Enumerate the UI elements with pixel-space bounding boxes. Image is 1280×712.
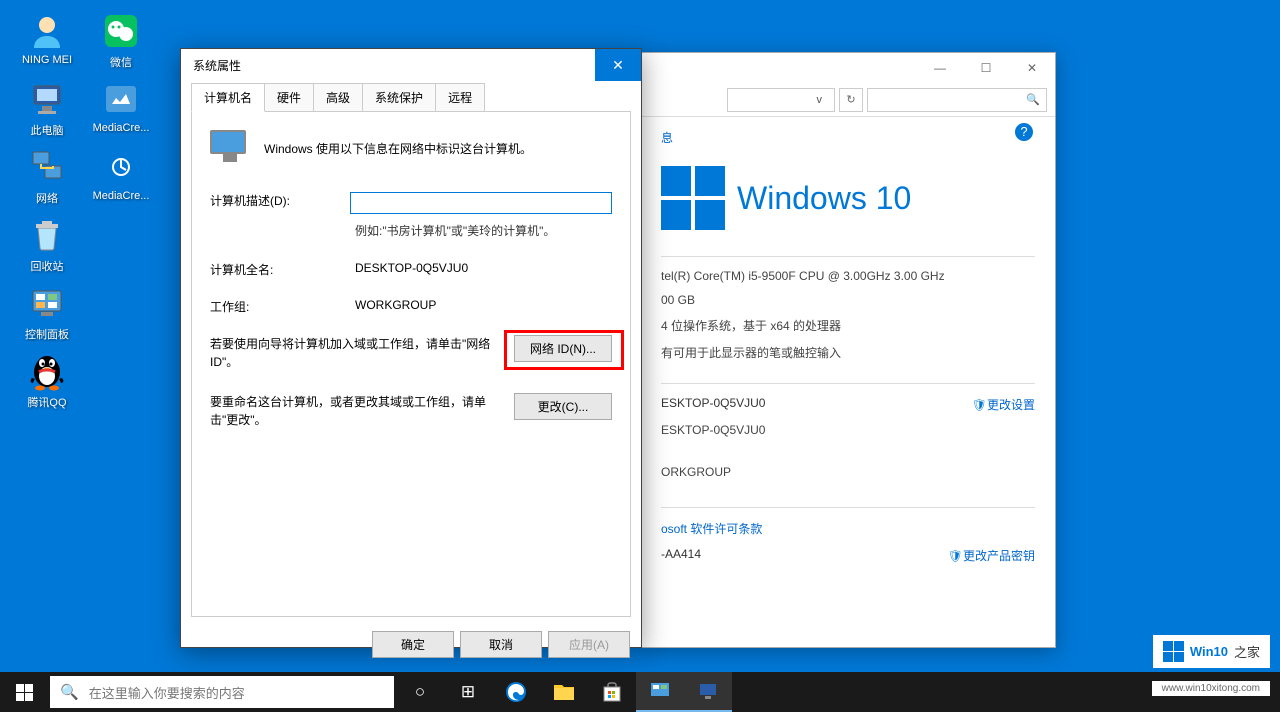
desktop-icons: NING MEI 微信 此电脑 MediaCre... 网络 MediaCre.… [12, 10, 156, 410]
edge-icon[interactable] [492, 672, 540, 712]
systype-value: 4 位操作系统，基于 x64 的处理器 [661, 317, 841, 334]
desktop-icon-media1[interactable]: MediaCre... [86, 78, 156, 138]
desktop-icon-user[interactable]: NING MEI [12, 10, 82, 70]
compname-value: ESKTOP-0Q5VJU0 [661, 396, 765, 413]
tab-advanced[interactable]: 高级 [313, 83, 363, 111]
tab-remote[interactable]: 远程 [435, 83, 485, 111]
ok-button[interactable]: 确定 [372, 631, 454, 658]
dialog-title: 系统属性 [193, 57, 241, 74]
watermark-url: www.win10xitong.com [1152, 681, 1270, 696]
windows-logo: Windows 10 [661, 166, 1035, 230]
search-placeholder: 在这里输入你要搜索的内容 [89, 683, 245, 702]
workgroup-text: WORKGROUP [355, 298, 436, 312]
change-settings-link[interactable]: 🛡更改设置 [972, 396, 1035, 413]
rename-text: 要重命名这台计算机，或者更改其域或工作组，请单击"更改"。 [210, 393, 500, 429]
refresh-button[interactable]: ↻ [839, 88, 863, 112]
taskview-icon[interactable]: ⊞ [444, 672, 492, 712]
search-icon: 🔍 [60, 683, 79, 701]
change-key-link[interactable]: 🛡更改产品密钥 [948, 547, 1035, 564]
desktop-icon-media2[interactable]: MediaCre... [86, 146, 156, 206]
fullname-text: DESKTOP-0Q5VJU0 [355, 261, 468, 275]
wizard-text: 若要使用向导将计算机加入域或工作组，请单击"网络 ID"。 [210, 335, 500, 371]
license-link[interactable]: osoft 软件许可条款 [661, 520, 762, 537]
system-properties-dialog: 系统属性 ✕ 计算机名 硬件 高级 系统保护 远程 Windows 使用以下信息… [180, 48, 642, 648]
workgroup-value: ORKGROUP [661, 465, 731, 479]
desktop-icon-network[interactable]: 网络 [12, 146, 82, 206]
taskbar-search[interactable]: 🔍 在这里输入你要搜索的内容 [50, 676, 394, 708]
product-id: -AA414 [661, 547, 701, 564]
tab-computername[interactable]: 计算机名 [191, 83, 265, 112]
description-label: 计算机描述(D): [210, 192, 350, 209]
maximize-button[interactable]: ☐ [963, 53, 1009, 83]
tab-hardware[interactable]: 硬件 [264, 83, 314, 111]
start-button[interactable] [0, 672, 48, 712]
info-link[interactable]: 息 [661, 129, 1035, 146]
search-box-window[interactable]: 🔍 [867, 88, 1047, 112]
workgroup-label: 工作组: [210, 298, 355, 315]
explorer-icon[interactable] [540, 672, 588, 712]
store-icon[interactable] [588, 672, 636, 712]
help-icon[interactable]: ? [1015, 123, 1033, 141]
change-button[interactable]: 更改(C)... [514, 393, 612, 420]
desktop-icon-wechat[interactable]: 微信 [86, 10, 156, 70]
dialog-tabs: 计算机名 硬件 高级 系统保护 远程 [181, 83, 641, 111]
desktop-icon-qq[interactable]: 腾讯QQ [12, 350, 82, 410]
cpu-value: tel(R) Core(TM) i5-9500F CPU @ 3.00GHz 3… [661, 269, 945, 283]
ram-value: 00 GB [661, 293, 695, 307]
system-info-window: — ☐ ✕ v ↻ 🔍 ? 息 Windows 10 tel(R) Core(T… [640, 52, 1056, 648]
watermark: Win10 之家 [1153, 635, 1270, 668]
desktop-icon-control[interactable]: 控制面板 [12, 282, 82, 342]
cancel-button[interactable]: 取消 [460, 631, 542, 658]
desktop-icon-thispc[interactable]: 此电脑 [12, 78, 82, 138]
description-input[interactable] [350, 192, 612, 214]
pen-value: 有可用于此显示器的笔或触控输入 [661, 344, 841, 361]
dialog-close-button[interactable]: ✕ [595, 49, 641, 81]
cortana-icon[interactable]: ○ [396, 672, 444, 712]
network-id-button[interactable]: 网络 ID(N)... [514, 335, 612, 362]
dialog-titlebar: 系统属性 ✕ [181, 49, 641, 81]
tab-protect[interactable]: 系统保护 [362, 83, 436, 111]
close-button[interactable]: ✕ [1009, 53, 1055, 83]
taskbar: 🔍 在这里输入你要搜索的内容 ○ ⊞ [0, 672, 1280, 712]
sysprops-taskbar[interactable] [684, 672, 732, 712]
computer-icon [210, 130, 250, 166]
address-dropdown[interactable]: v [727, 88, 835, 112]
dialog-description: Windows 使用以下信息在网络中标识这台计算机。 [264, 140, 532, 157]
apply-button[interactable]: 应用(A) [548, 631, 630, 658]
desktop-icon-recycle[interactable]: 回收站 [12, 214, 82, 274]
fullname-label: 计算机全名: [210, 261, 355, 278]
fullname-value: ESKTOP-0Q5VJU0 [661, 423, 765, 437]
minimize-button[interactable]: — [917, 53, 963, 83]
control-panel-taskbar[interactable] [636, 672, 684, 712]
example-text: 例如:"书房计算机"或"美玲的计算机"。 [355, 222, 612, 239]
